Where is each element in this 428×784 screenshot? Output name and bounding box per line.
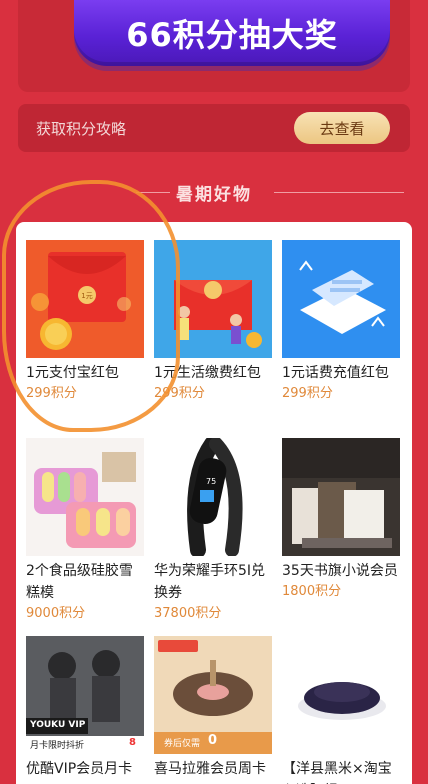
- svg-text:1元: 1元: [81, 292, 92, 300]
- product-card[interactable]: YOUKU VIP 月卡限时抖折 8 优酷VIP会员月卡: [26, 636, 144, 780]
- product-title: 华为荣耀手环5I兑换券: [154, 563, 266, 601]
- product-title: 优酷VIP会员月卡: [26, 761, 133, 777]
- youku-vip-icon: YOUKU VIP 月卡限时抖折 8: [26, 636, 144, 754]
- product-card[interactable]: 券后仅需 0 喜马拉雅会员周卡: [154, 636, 272, 780]
- product-title: 喜马拉雅会员周卡: [154, 761, 266, 777]
- youku-badge-brand: YOUKU VIP: [30, 720, 86, 730]
- lottery-button[interactable]: 66积分抽大奖: [74, 0, 390, 66]
- product-card[interactable]: 1元生活缴费红包 299积分: [154, 240, 272, 404]
- ximalaya-badge-text: 券后仅需: [164, 739, 201, 749]
- view-strategy-button[interactable]: 去查看: [294, 112, 390, 144]
- svg-text:75: 75: [206, 477, 216, 486]
- strategy-label: 获取积分攻略: [36, 120, 127, 138]
- product-points: 1800积分: [282, 584, 342, 599]
- product-title: 35天书旗小说会员: [282, 563, 398, 579]
- points-strategy-bar: 获取积分攻略 去查看: [18, 104, 410, 152]
- lottery-panel: 66积分抽大奖: [18, 0, 410, 92]
- alipay-red-packet-icon: 1元: [26, 240, 144, 358]
- product-title: 2个食品级硅胶雪糕模: [26, 563, 133, 601]
- black-rice-icon: [282, 636, 400, 754]
- product-title: 1元生活缴费红包: [154, 365, 261, 381]
- product-title: 1元话费充值红包: [282, 365, 389, 381]
- product-card[interactable]: 【洋县黑米×淘宝心选】绿: [282, 636, 400, 784]
- product-card[interactable]: 75 华为荣耀手环5I兑换券 37800积分: [154, 438, 272, 624]
- smart-band-icon: 75: [154, 438, 272, 556]
- ximalaya-price: 0: [208, 733, 218, 748]
- product-points: 299积分: [26, 386, 77, 401]
- phone-recharge-icon: [282, 240, 400, 358]
- product-title: 1元支付宝红包: [26, 365, 119, 381]
- books-icon: [282, 438, 400, 556]
- product-card[interactable]: 35天书旗小说会员 1800积分: [282, 438, 400, 602]
- ximalaya-icon: 券后仅需 0: [154, 636, 272, 754]
- product-points: 37800积分: [154, 606, 222, 621]
- product-title: 【洋县黑米×淘宝心选】绿: [282, 761, 392, 784]
- product-grid: 1元 1元支付宝红包 299积分 1元生活缴费红包 299积分 1元话费充值红包…: [16, 222, 412, 784]
- product-points: 299积分: [154, 386, 205, 401]
- youku-price: 8: [129, 737, 136, 748]
- youku-badge-text: 月卡限时抖折: [30, 741, 85, 751]
- product-points: 9000积分: [26, 606, 86, 621]
- product-card[interactable]: 1元话费充值红包 299积分: [282, 240, 400, 404]
- title-divider-right: [274, 192, 404, 193]
- popsicle-mold-icon: [26, 438, 144, 556]
- product-points: 299积分: [282, 386, 333, 401]
- product-card[interactable]: 2个食品级硅胶雪糕模 9000积分: [26, 438, 144, 624]
- bill-red-packet-icon: [154, 240, 272, 358]
- product-card[interactable]: 1元 1元支付宝红包 299积分: [26, 240, 144, 404]
